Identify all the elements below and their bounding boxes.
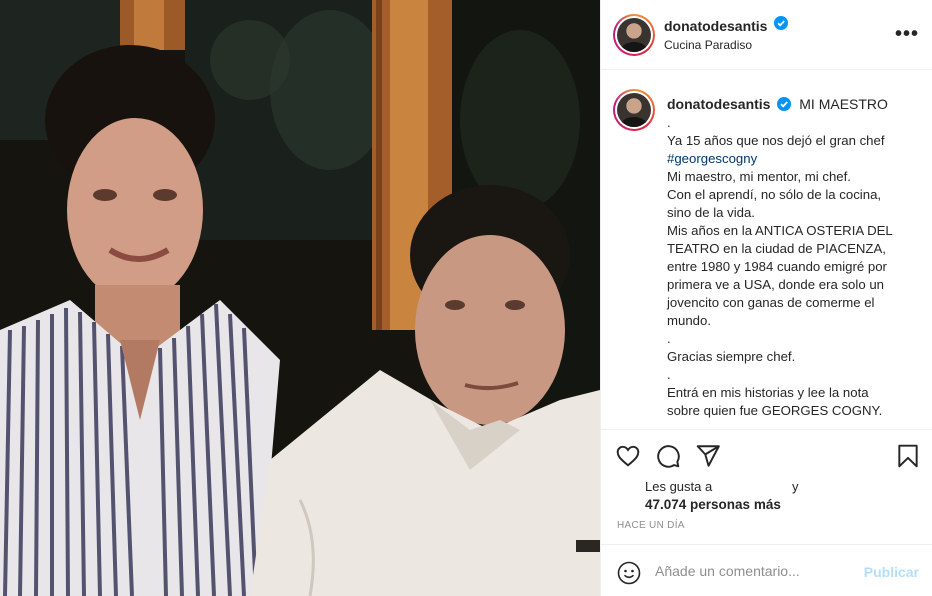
- caption-line: Entrá en mis historias y lee la nota: [667, 385, 869, 400]
- share-icon[interactable]: [695, 443, 721, 469]
- likes-count[interactable]: 47.074 personas más: [645, 496, 781, 514]
- likes-prefix: Les gusta a: [645, 479, 713, 494]
- post-photo: [0, 0, 600, 596]
- caption-username[interactable]: donatodesantis: [667, 96, 770, 112]
- caption-line: sino de la vida.: [667, 205, 755, 220]
- post-header: donatodesantis Cucina Paradiso •••: [601, 0, 932, 70]
- caption-line: TEATRO en la ciudad de PIACENZA,: [667, 241, 886, 256]
- header-username[interactable]: donatodesantis: [664, 18, 767, 34]
- more-icon[interactable]: •••: [895, 24, 919, 44]
- caption-avatar[interactable]: [613, 89, 655, 131]
- caption-line: .: [667, 331, 671, 346]
- caption-line: Ya 15 años que nos dejó el gran chef: [667, 133, 885, 148]
- caption-head: donatodesantis MI MAESTRO: [667, 96, 888, 112]
- comment-bar: Publicar: [601, 544, 932, 596]
- verified-icon: [774, 16, 788, 30]
- heart-icon[interactable]: [615, 443, 641, 469]
- caption-line: mundo.: [667, 313, 711, 328]
- caption-line: Mis años en la ANTICA OSTERIA DEL: [667, 223, 893, 238]
- caption-text: . Ya 15 años que nos dejó el gran chef #…: [667, 114, 923, 420]
- caption-line: entre 1980 y 1984 cuando emigré por: [667, 259, 887, 274]
- caption-title: MI MAESTRO: [799, 96, 888, 112]
- caption-line: primera ve a USA, donde era solo un: [667, 277, 884, 292]
- caption-line: .: [667, 367, 671, 382]
- comment-icon[interactable]: [655, 443, 681, 469]
- comment-input[interactable]: [655, 561, 855, 581]
- hashtag-link[interactable]: #georgescogny: [667, 150, 923, 168]
- location-link[interactable]: Cucina Paradiso: [664, 38, 752, 52]
- caption-line: .: [667, 115, 671, 130]
- caption-line: Gracias siempre chef.: [667, 349, 796, 364]
- caption-area: donatodesantis MI MAESTRO . Ya 15 años q…: [601, 70, 932, 430]
- post-actions: [601, 440, 932, 474]
- caption-line: Mi maestro, mi mentor, mi chef.: [667, 169, 851, 184]
- publish-button[interactable]: Publicar: [864, 564, 919, 580]
- caption-line: sobre quien fue GEORGES COGNY.: [667, 403, 883, 418]
- emoji-icon[interactable]: [617, 561, 641, 585]
- likes-conjunction: y: [792, 479, 799, 494]
- caption-line: Con el aprendí, no sólo de la cocina,: [667, 187, 882, 202]
- post-image[interactable]: [0, 0, 600, 596]
- caption-line: jovencito con ganas de comerme el: [667, 295, 875, 310]
- verified-icon: [777, 97, 792, 112]
- post-time[interactable]: HACE UN DÍA: [617, 520, 685, 531]
- bookmark-icon[interactable]: [895, 443, 921, 469]
- post-side-panel: donatodesantis Cucina Paradiso ••• donat…: [600, 0, 932, 596]
- likes-summary: Les gusta a y 47.074 personas más: [645, 478, 799, 514]
- avatar[interactable]: [613, 14, 655, 56]
